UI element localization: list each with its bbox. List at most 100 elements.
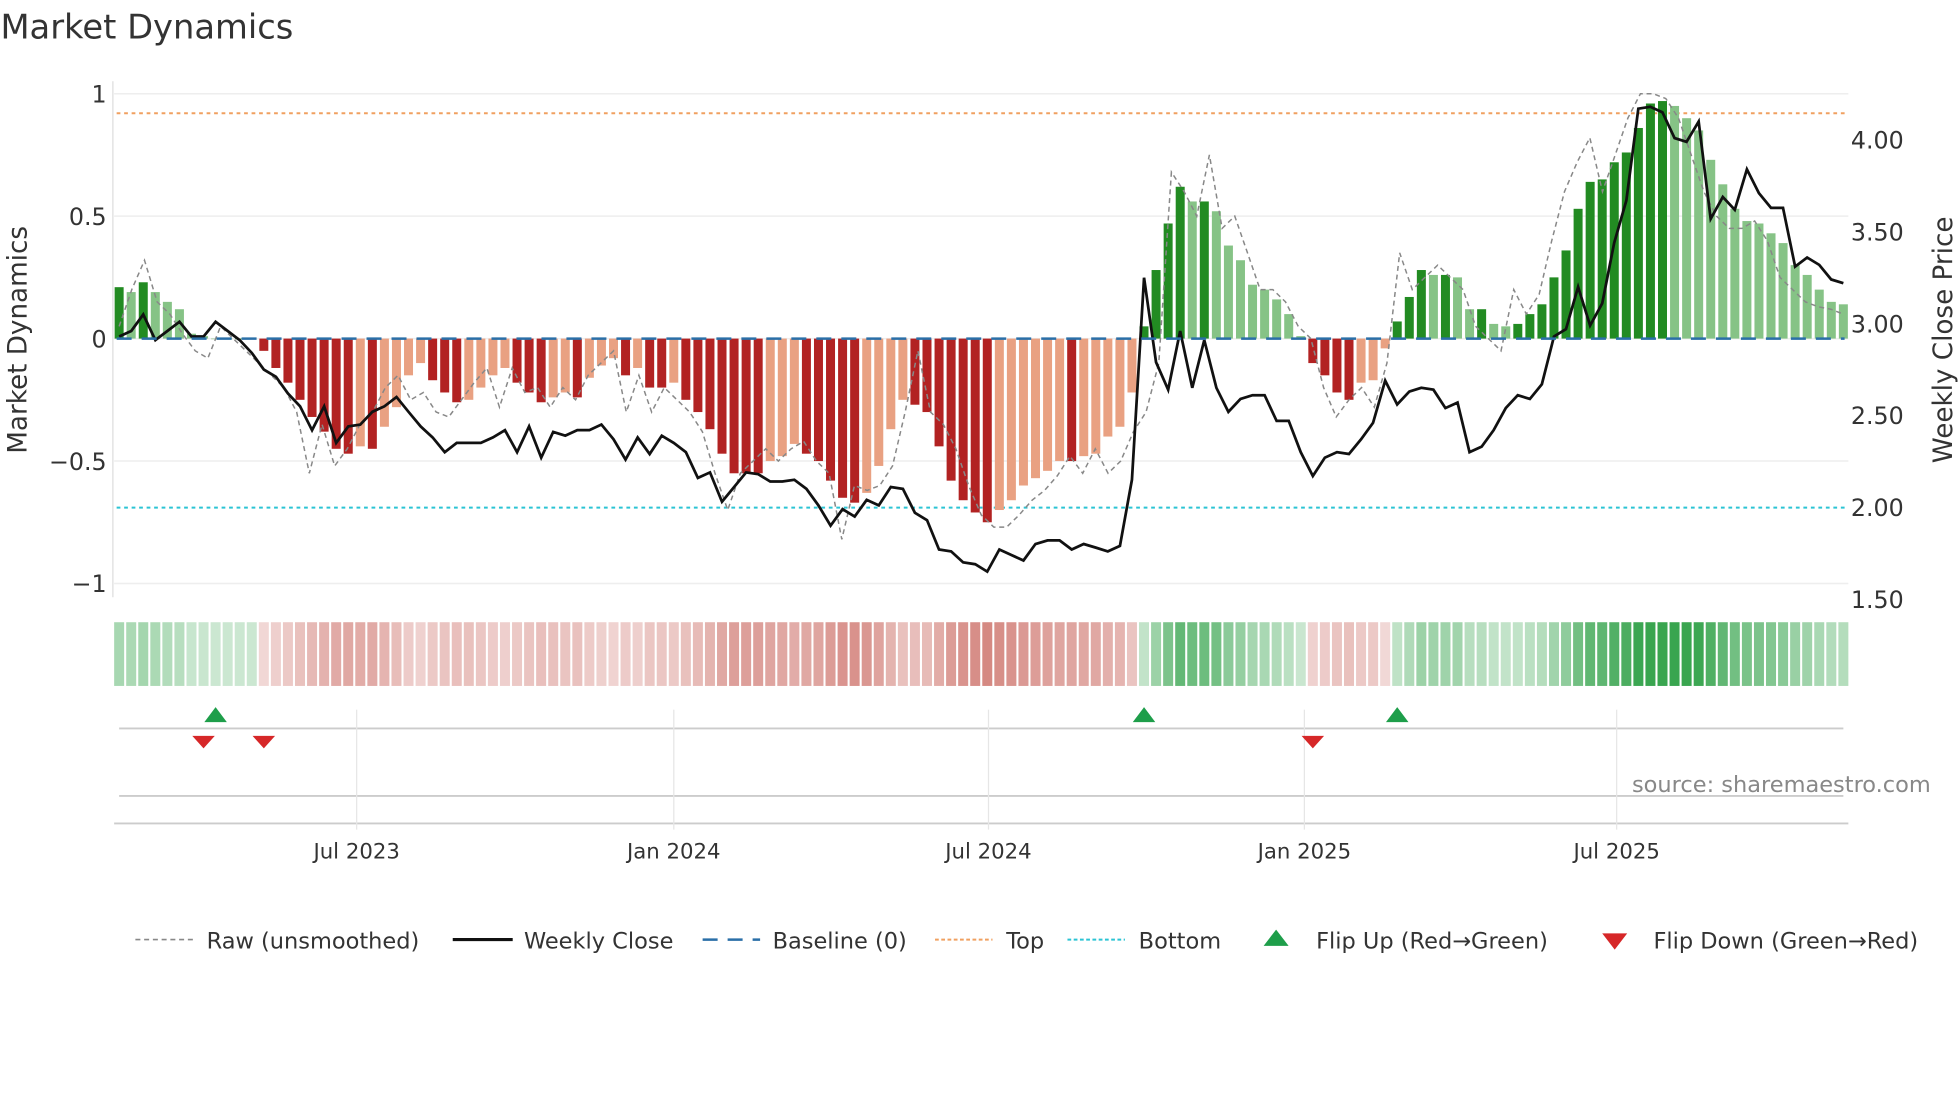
bar <box>1055 338 1065 462</box>
strip-cell <box>1416 622 1427 686</box>
y2-tick-label: 3.50 <box>1851 219 1904 247</box>
strip-cell <box>415 622 426 686</box>
bar <box>1320 338 1330 376</box>
strip-cell <box>1030 622 1041 686</box>
strip-cell <box>1657 622 1668 686</box>
strip-cell <box>946 622 957 686</box>
strip-cell <box>1729 622 1740 686</box>
regime-heat-strip <box>114 622 1849 686</box>
strip-cell <box>934 622 945 686</box>
bar <box>1248 284 1258 339</box>
triangle-down-icon <box>1602 933 1628 950</box>
strip-cell <box>572 622 583 686</box>
y2-tick-label: 1.50 <box>1851 586 1904 614</box>
bar <box>1814 289 1824 339</box>
legend: Raw (unsmoothed) Weekly Close Baseline (… <box>135 928 1918 954</box>
bar <box>1272 299 1282 339</box>
strip-cell <box>1633 622 1644 686</box>
strip-cell <box>1681 622 1692 686</box>
bar <box>1718 184 1728 339</box>
legend-item-flip-down[interactable]: Flip Down (Green→Red) <box>1602 928 1918 954</box>
bar <box>898 338 908 400</box>
strip-cell <box>1090 622 1101 686</box>
bar <box>259 338 269 351</box>
bar <box>910 338 920 405</box>
bar <box>850 338 860 503</box>
bar <box>1018 338 1028 486</box>
strip-cell <box>729 622 740 686</box>
bar <box>946 338 956 481</box>
bar <box>1742 221 1752 339</box>
strip-cell <box>234 622 245 686</box>
legend-close-label: Weekly Close <box>524 928 673 954</box>
strip-cell <box>1814 622 1825 686</box>
bar <box>271 338 281 368</box>
strip-cell <box>921 622 932 686</box>
bar <box>500 338 510 368</box>
bar <box>1440 274 1450 339</box>
bar <box>572 338 582 398</box>
bar <box>1657 101 1667 339</box>
strip-cell <box>970 622 981 686</box>
bar <box>741 338 751 474</box>
flip-down-marker <box>252 735 276 749</box>
strip-cell <box>668 622 679 686</box>
strip-cell <box>1319 622 1330 686</box>
strip-cell <box>1741 622 1752 686</box>
strip-cell <box>608 622 619 686</box>
legend-item-flip-up[interactable]: Flip Up (Red→Green) <box>1263 928 1548 954</box>
strip-cell <box>1199 622 1210 686</box>
strip-cell <box>1054 622 1065 686</box>
legend-item-top[interactable]: Top <box>935 928 1044 954</box>
bar <box>1031 338 1041 479</box>
strip-cell <box>1693 622 1704 686</box>
bar <box>355 338 365 447</box>
bar <box>1368 338 1378 381</box>
x-axis-ticks: Jul 2023 Jan 2024 Jul 2024 Jan 2025 Jul 2025 <box>311 839 1659 864</box>
strip-cell <box>270 622 281 686</box>
bar <box>777 338 787 457</box>
strip-cell <box>1440 622 1451 686</box>
strip-cell <box>813 622 824 686</box>
strip-cell <box>1078 622 1089 686</box>
bar <box>789 338 799 444</box>
bar <box>1778 243 1788 339</box>
strip-cell <box>1790 622 1801 686</box>
strip-cell <box>186 622 197 686</box>
y-tick-label: −0.5 <box>49 448 107 476</box>
bar <box>1127 338 1137 393</box>
bar <box>753 338 763 474</box>
strip-cell <box>825 622 836 686</box>
strip-cell <box>1163 622 1174 686</box>
legend-item-close[interactable]: Weekly Close <box>452 928 674 954</box>
strip-cell <box>1102 622 1113 686</box>
strip-cell <box>632 622 643 686</box>
bar <box>1199 201 1209 339</box>
legend-bottom-label: Bottom <box>1139 928 1221 954</box>
strip-cell <box>885 622 896 686</box>
strip-cell <box>1778 622 1789 686</box>
legend-item-baseline[interactable]: Baseline (0) <box>702 928 907 954</box>
bar <box>1416 270 1426 339</box>
strip-cell <box>1838 622 1849 686</box>
bar <box>1115 338 1125 427</box>
strip-cell <box>331 622 342 686</box>
strip-cell <box>1006 622 1017 686</box>
flip-down-marker <box>192 735 215 749</box>
strip-cell <box>1187 622 1198 686</box>
strip-cell <box>1717 622 1728 686</box>
bar <box>1489 323 1499 339</box>
legend-item-bottom[interactable]: Bottom <box>1067 928 1221 954</box>
strip-cell <box>1428 622 1439 686</box>
strip-cell <box>1295 622 1306 686</box>
bar <box>1344 338 1354 400</box>
bar <box>1332 338 1342 393</box>
strip-cell <box>849 622 860 686</box>
legend-item-raw[interactable]: Raw (unsmoothed) <box>135 928 419 954</box>
strip-cell <box>1597 622 1608 686</box>
strip-cell <box>777 622 788 686</box>
strip-cell <box>295 622 306 686</box>
bar <box>1501 326 1511 339</box>
bar <box>717 338 727 454</box>
strip-cell <box>897 622 908 686</box>
